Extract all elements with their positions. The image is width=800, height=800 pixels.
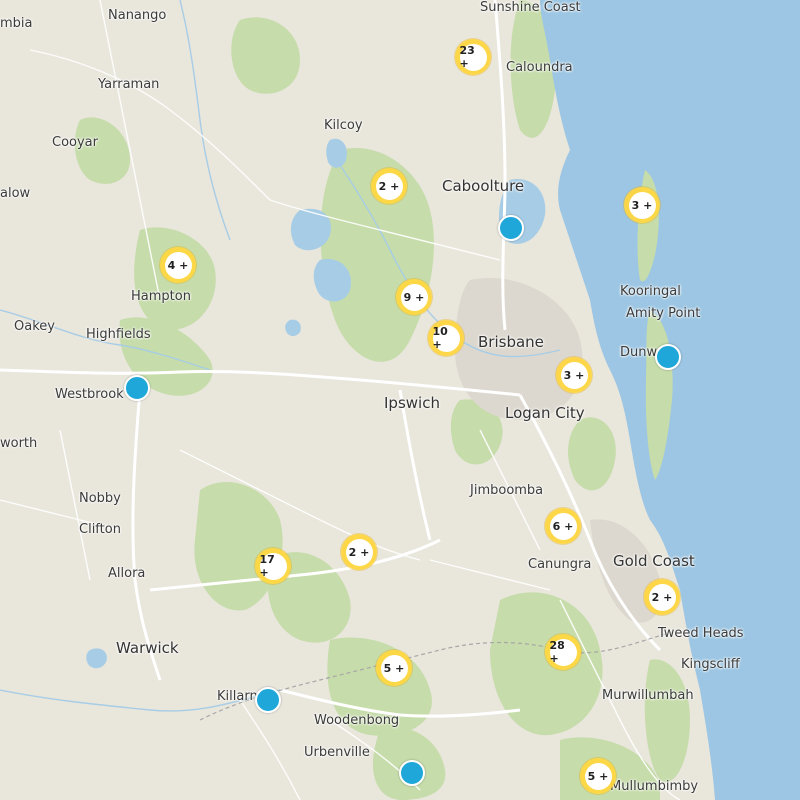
- place-alow: alow: [0, 186, 31, 201]
- cluster-count: 3 +: [560, 361, 588, 389]
- place-dunwich: Dunw: [620, 345, 658, 360]
- place-kooringal: Kooringal: [620, 284, 681, 299]
- cluster-count: 2 +: [375, 172, 403, 200]
- place-woodenbong: Woodenbong: [314, 713, 400, 728]
- place-jimboomba: Jimboomba: [470, 483, 544, 498]
- place-canungra: Canungra: [528, 557, 592, 572]
- cluster-count: 28 +: [549, 638, 577, 666]
- cluster-marker-main-range[interactable]: 17 +: [255, 548, 291, 584]
- place-warwick: Warwick: [116, 639, 179, 657]
- marker-westbrook[interactable]: [124, 375, 150, 401]
- place-allora: Allora: [108, 566, 146, 581]
- place-westbrook: Westbrook: [55, 387, 124, 402]
- cluster-marker-d-aguilar[interactable]: 9 +: [396, 279, 432, 315]
- cluster-marker-tweed-heads[interactable]: 2 +: [644, 579, 680, 615]
- place-caloundra: Caloundra: [506, 60, 573, 75]
- place-sunshine-coast: Sunshine Coast: [480, 0, 581, 15]
- cluster-count: 2 +: [345, 538, 373, 566]
- cluster-count: 3 +: [628, 191, 656, 219]
- place-mbia: mbia: [0, 16, 33, 31]
- marker-caboolture[interactable]: [498, 215, 524, 241]
- place-amity-point: Amity Point: [626, 306, 701, 321]
- place-worth: worth: [0, 436, 38, 451]
- map-view[interactable]: Sunshine Coast Nanango mbia Caloundra Ya…: [0, 0, 800, 800]
- place-highfields: Highfields: [86, 327, 151, 342]
- cluster-count: 6 +: [549, 512, 577, 540]
- cluster-count: 4 +: [164, 251, 192, 279]
- place-kingscliff: Kingscliff: [681, 657, 740, 672]
- place-kilcoy: Kilcoy: [324, 118, 363, 133]
- cluster-marker-tamborine[interactable]: 6 +: [545, 508, 581, 544]
- place-clifton: Clifton: [79, 522, 121, 537]
- cluster-marker-scenic-rim[interactable]: 2 +: [341, 534, 377, 570]
- cluster-count: 10 +: [432, 324, 460, 352]
- marker-urbenville[interactable]: [399, 760, 425, 786]
- cluster-marker-hampton[interactable]: 4 +: [160, 247, 196, 283]
- place-urbenville: Urbenville: [304, 745, 370, 760]
- cluster-marker-sunshine-coast[interactable]: 23 +: [455, 39, 491, 75]
- cluster-count: 2 +: [648, 583, 676, 611]
- place-hampton: Hampton: [131, 289, 191, 304]
- place-killarney: Killarn: [217, 689, 258, 704]
- place-oakey: Oakey: [14, 319, 55, 334]
- place-nobby: Nobby: [79, 491, 121, 506]
- cluster-count: 5 +: [380, 654, 408, 682]
- cluster-count: 17 +: [259, 552, 287, 580]
- place-cooyar: Cooyar: [52, 135, 98, 150]
- cluster-marker-border-ranges[interactable]: 5 +: [376, 650, 412, 686]
- place-mullumbimby: Mullumbimby: [610, 779, 699, 794]
- cluster-count: 5 +: [584, 762, 612, 790]
- place-gold-coast: Gold Coast: [613, 552, 695, 570]
- place-ipswich: Ipswich: [384, 394, 440, 412]
- cluster-count: 9 +: [400, 283, 428, 311]
- cluster-marker-brisbane-west[interactable]: 10 +: [428, 320, 464, 356]
- place-nanango: Nanango: [108, 8, 167, 23]
- marker-dunwich[interactable]: [655, 344, 681, 370]
- place-caboolture: Caboolture: [442, 177, 525, 195]
- cluster-marker-moreton-island[interactable]: 3 +: [624, 187, 660, 223]
- cluster-marker-d-aguilar-north[interactable]: 2 +: [371, 168, 407, 204]
- place-logan-city: Logan City: [505, 404, 585, 422]
- cluster-marker-springbrook[interactable]: 28 +: [545, 634, 581, 670]
- place-murwillumbah: Murwillumbah: [602, 688, 694, 703]
- place-tweed-heads: Tweed Heads: [658, 626, 744, 641]
- marker-killarney[interactable]: [255, 687, 281, 713]
- cluster-marker-redland[interactable]: 3 +: [556, 357, 592, 393]
- cluster-count: 23 +: [459, 43, 487, 71]
- place-yarraman: Yarraman: [98, 77, 160, 92]
- place-brisbane: Brisbane: [478, 333, 544, 351]
- cluster-marker-mullumbimby[interactable]: 5 +: [580, 758, 616, 794]
